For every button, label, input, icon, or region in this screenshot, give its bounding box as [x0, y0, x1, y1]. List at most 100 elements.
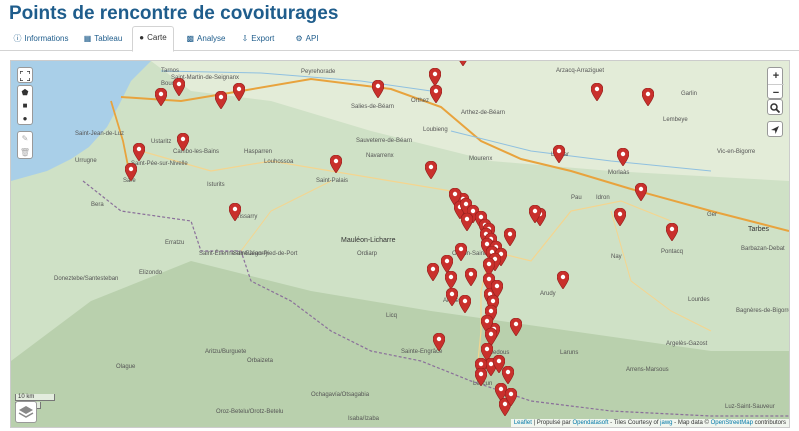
map-marker-icon[interactable]: [428, 67, 442, 87]
place-label: Orbaizeta: [247, 358, 274, 364]
fullscreen-icon: [19, 70, 31, 82]
tab-export[interactable]: ⇩ Export: [240, 28, 276, 50]
map-marker-icon[interactable]: [613, 207, 627, 227]
zoom-in-button[interactable]: +: [768, 68, 784, 85]
place-label: Bagnères-de-Bigorre: [736, 308, 790, 314]
map-marker-icon[interactable]: [641, 87, 655, 107]
map-marker-icon[interactable]: [445, 287, 459, 307]
place-label: Bera: [91, 202, 104, 208]
place-label: Pau: [571, 195, 582, 201]
draw-rectangle-button[interactable]: ■: [18, 99, 32, 112]
fullscreen-button[interactable]: [17, 67, 33, 83]
place-label: Morlaàs: [608, 170, 630, 176]
map-marker-icon[interactable]: [552, 144, 566, 164]
map-marker-icon[interactable]: [616, 147, 630, 167]
map-marker-icon[interactable]: [429, 84, 443, 104]
tab-carte[interactable]: ● Carte: [132, 26, 174, 52]
info-icon: ⓘ: [13, 34, 22, 43]
tab-api[interactable]: ⚙ API: [292, 28, 322, 50]
map-marker-icon[interactable]: [232, 82, 246, 102]
draw-circle-button[interactable]: ●: [18, 112, 32, 125]
place-label: Pontacq: [661, 249, 684, 255]
place-label: Argelès-Gazost: [666, 341, 708, 347]
road: [610, 210, 712, 332]
place-label: Peyrehorade: [301, 69, 336, 75]
draw-polygon-button[interactable]: ⬟: [18, 86, 32, 99]
openstreetmap-link[interactable]: OpenStreetMap: [711, 420, 753, 426]
opendatasoft-link[interactable]: Opendatasoft: [572, 420, 608, 426]
map-marker-icon[interactable]: [454, 242, 468, 262]
map-marker-icon[interactable]: [460, 212, 474, 232]
globe-icon: ●: [139, 33, 145, 42]
map-marker-icon[interactable]: [371, 79, 385, 99]
edit-icon: ✎: [21, 134, 29, 143]
place-label: Lembeye: [663, 117, 688, 123]
place-label: Arthez-de-Béarn: [461, 110, 506, 116]
zoom-control: + −: [767, 67, 784, 99]
jawg-link[interactable]: jawg: [660, 420, 672, 426]
place-label: Arrens-Marsous: [626, 367, 669, 373]
place-label: Licq: [386, 313, 398, 319]
map-marker-icon[interactable]: [228, 202, 242, 222]
map-marker-icon[interactable]: [457, 61, 469, 67]
map-marker-icon[interactable]: [474, 367, 488, 387]
delete-button[interactable]: 🗑: [18, 146, 32, 160]
map-marker-icon[interactable]: [458, 294, 472, 314]
map-marker-icon[interactable]: [329, 154, 343, 174]
place-label: Salies-de-Béarn: [351, 104, 395, 110]
map-marker-icon[interactable]: [424, 160, 438, 180]
edit-button[interactable]: ✎: [18, 132, 32, 146]
map-marker-icon[interactable]: [634, 182, 648, 202]
tab-analyse[interactable]: ▩ Analyse: [184, 28, 228, 50]
map-marker-icon[interactable]: [556, 270, 570, 290]
place-label: Hasparren: [244, 149, 273, 155]
plain: [151, 61, 789, 181]
table-icon: ▦: [83, 34, 92, 43]
place-label: Laruns: [560, 350, 579, 356]
map-marker-icon[interactable]: [444, 270, 458, 290]
map-marker-icon[interactable]: [504, 387, 518, 407]
map-marker-icon[interactable]: [464, 267, 478, 287]
map-marker-icon[interactable]: [172, 77, 186, 97]
map-marker-icon[interactable]: [124, 162, 138, 182]
map[interactable]: Tarnos Saint-Martin-de-Seignanx Boucau Peyr…: [10, 60, 790, 428]
map-marker-icon[interactable]: [509, 317, 523, 337]
tab-tableau[interactable]: ▦ Tableau: [82, 28, 124, 50]
place-label: Saint-Jean-de-Luz: [75, 131, 125, 137]
map-marker-icon[interactable]: [665, 222, 679, 242]
locate-button[interactable]: [767, 121, 783, 137]
place-label: Ustaritz: [151, 139, 172, 145]
place-label: Tarnos: [161, 68, 180, 74]
map-marker-icon[interactable]: [503, 227, 517, 247]
place-label: Barbazan-Debat: [741, 246, 785, 252]
search-icon: [770, 103, 781, 114]
map-marker-icon[interactable]: [432, 332, 446, 352]
map-marker-icon[interactable]: [214, 90, 228, 110]
place-label: Isturits: [207, 182, 225, 188]
place-label: Orthez: [411, 98, 430, 104]
map-marker-icon[interactable]: [426, 262, 440, 282]
place-label: Ordiarp: [357, 251, 378, 257]
place-label: Erratzu: [165, 240, 185, 246]
place-label: Saint-Jean-Pied-de-Port: [233, 251, 298, 257]
place-label: Garlin: [681, 91, 698, 97]
map-marker-icon[interactable]: [590, 82, 604, 102]
search-button[interactable]: [767, 99, 783, 115]
trash-icon: 🗑: [19, 148, 31, 157]
place-label: Louhossoa: [264, 159, 294, 165]
map-marker-icon[interactable]: [132, 142, 146, 162]
chart-icon: ▩: [186, 34, 195, 43]
map-marker-icon[interactable]: [501, 365, 515, 385]
map-marker-icon[interactable]: [154, 87, 168, 107]
circle-icon: ●: [22, 114, 28, 123]
place-label: Ochagavía/Otsagabia: [311, 392, 370, 398]
place-label: Arudy: [540, 291, 556, 297]
leaflet-link[interactable]: Leaflet: [514, 420, 532, 426]
road: [490, 200, 672, 262]
place-label: Vic-en-Bigorre: [717, 149, 756, 155]
layers-button[interactable]: [15, 401, 37, 423]
map-marker-icon[interactable]: [176, 132, 190, 152]
map-marker-icon[interactable]: [528, 204, 542, 224]
place-label: Elizondo: [139, 270, 163, 276]
tab-informations[interactable]: ⓘ Informations: [10, 28, 72, 50]
